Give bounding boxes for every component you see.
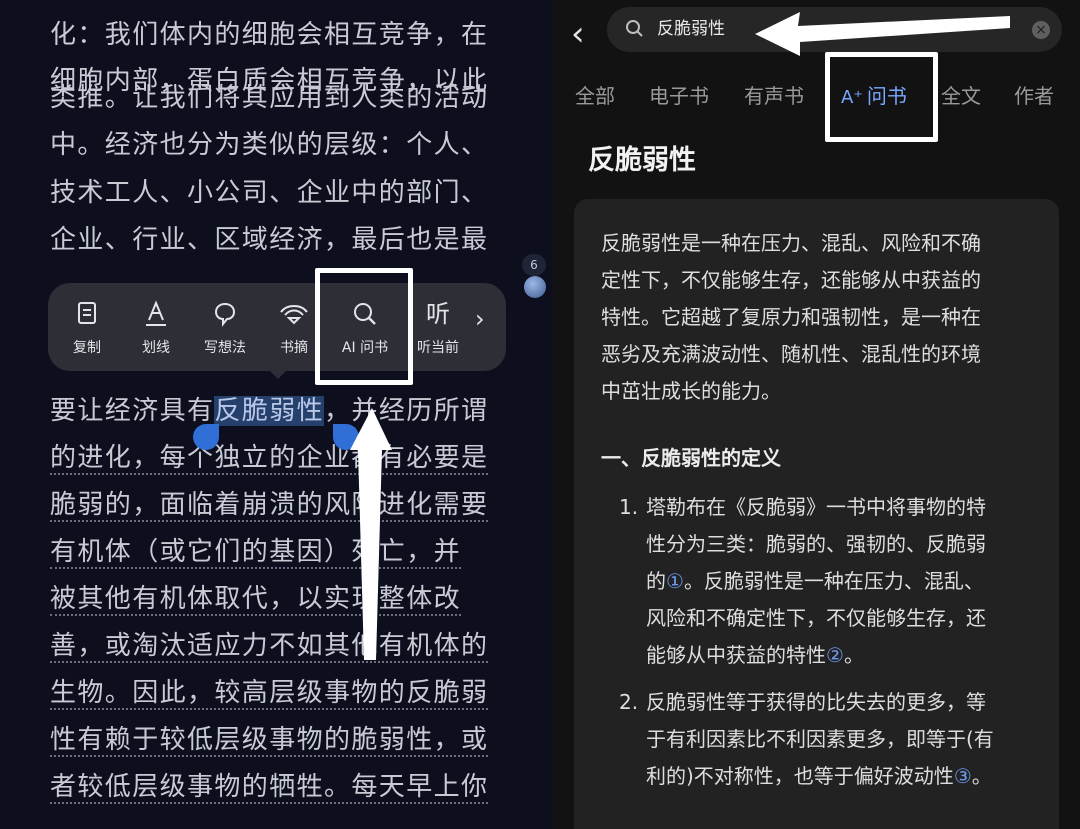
result-title: 反脆弱性 [588,145,696,176]
search-bar[interactable]: 反脆弱性 × [607,7,1062,52]
annotation-box-ai-tab [825,52,938,142]
reader-line: 被其他有机体取代，以实现整体改 [50,584,462,616]
selection-end-handle[interactable] [333,424,359,450]
avatar[interactable] [524,276,546,298]
selection-line[interactable]: 要让经济具有反脆弱性，并经历所谓 [50,388,488,434]
underline-label: 划线 [142,340,170,356]
reader-line: 脆弱的，面临着崩溃的风险进化需要 [50,490,489,522]
underline-icon [144,297,168,331]
selection-before: 要让经济具有 [50,396,215,426]
chevron-right-icon[interactable]: › [475,305,485,333]
listen-icon: 听 [426,300,450,328]
search-input[interactable]: 反脆弱性 [657,7,725,52]
popup-pointer [266,367,290,379]
underline-button[interactable]: 划线 [121,283,191,371]
thought-bubble-icon [213,297,237,331]
selected-text[interactable]: 反脆弱性 [214,396,325,426]
annotation-box-ai-button [315,268,413,385]
tab-ebook[interactable]: 电子书 [649,80,709,109]
excerpt-icon [279,297,309,331]
selection-after: ，并经历所谓 [324,396,489,426]
reader-pane: 化：我们体内的细胞会相互竞争，在 细胞内部，蛋白质会相互竞争，以此 类推。让我们… [0,0,553,829]
write-thought-button[interactable]: 写想法 [190,283,260,371]
reader-line: 性有赖于较低层级事物的脆弱性，或 [50,725,489,757]
search-result-pane: ‹ 反脆弱性 × 全部 电子书 有声书 A⁺ 问书 全文 作者 反脆弱性 反脆弱性… [553,0,1080,829]
reader-line: 的进化，每个独立的企业都有必要是 [50,443,489,475]
comment-count-badge[interactable]: 6 [522,254,546,276]
reader-line: 类推。让我们将其应用到人类的活动 [50,83,489,113]
copy-label: 复制 [73,340,101,356]
selection-start-handle[interactable] [193,424,219,450]
intro-paragraph: 反脆弱性是一种在压力、混乱、风险和不确 定性下，不仅能够生存，还能够从中获益的 … [601,231,981,403]
copy-button[interactable]: 复制 [52,283,122,371]
listen-current-button[interactable]: 听 听当前 [403,283,473,371]
section-heading: 一、反脆弱性的定义 [601,446,781,470]
citation-marker[interactable]: ① [666,569,684,593]
reader-line: 技术工人、小公司、企业中的部门、 [50,178,489,208]
citation-marker[interactable]: ② [826,643,844,667]
copy-icon [75,297,99,331]
ai-answer-card: 反脆弱性是一种在压力、混乱、风险和不确 定性下，不仅能够生存，还能够从中获益的 … [574,199,1059,829]
listen-current-label: 听当前 [417,340,459,356]
reader-line: 善，或淘汰适应力不如其他有机体的 [50,631,489,663]
tab-author[interactable]: 作者 [1014,80,1054,109]
citation-marker[interactable]: ③ [954,764,972,788]
reader-line: 生物。因此，较高层级事物的反脆弱 [50,678,489,710]
excerpt-label: 书摘 [280,340,308,356]
reader-line: 企业、行业、区域经济，最后也是最 [50,225,489,255]
tab-audiobook[interactable]: 有声书 [744,80,804,109]
reader-line: 中。经济也分为类似的层级：个人、 [50,130,489,160]
search-icon [625,19,645,43]
back-icon[interactable]: ‹ [571,14,585,54]
reader-line: 者较低层级事物的牺牲。每天早上你 [50,772,489,804]
tab-all[interactable]: 全部 [575,80,615,109]
write-thought-label: 写想法 [204,340,246,356]
clear-icon[interactable]: × [1032,21,1050,39]
selection-popup-menu: 复制 划线 写想法 书摘 AI 问书 听 听当前 [48,283,506,371]
reader-line: 化：我们体内的细胞会相互竞争，在 [50,20,489,50]
tab-fulltext[interactable]: 全文 [941,80,981,109]
reader-line: 有机体（或它们的基因）死亡，并 [50,537,462,569]
